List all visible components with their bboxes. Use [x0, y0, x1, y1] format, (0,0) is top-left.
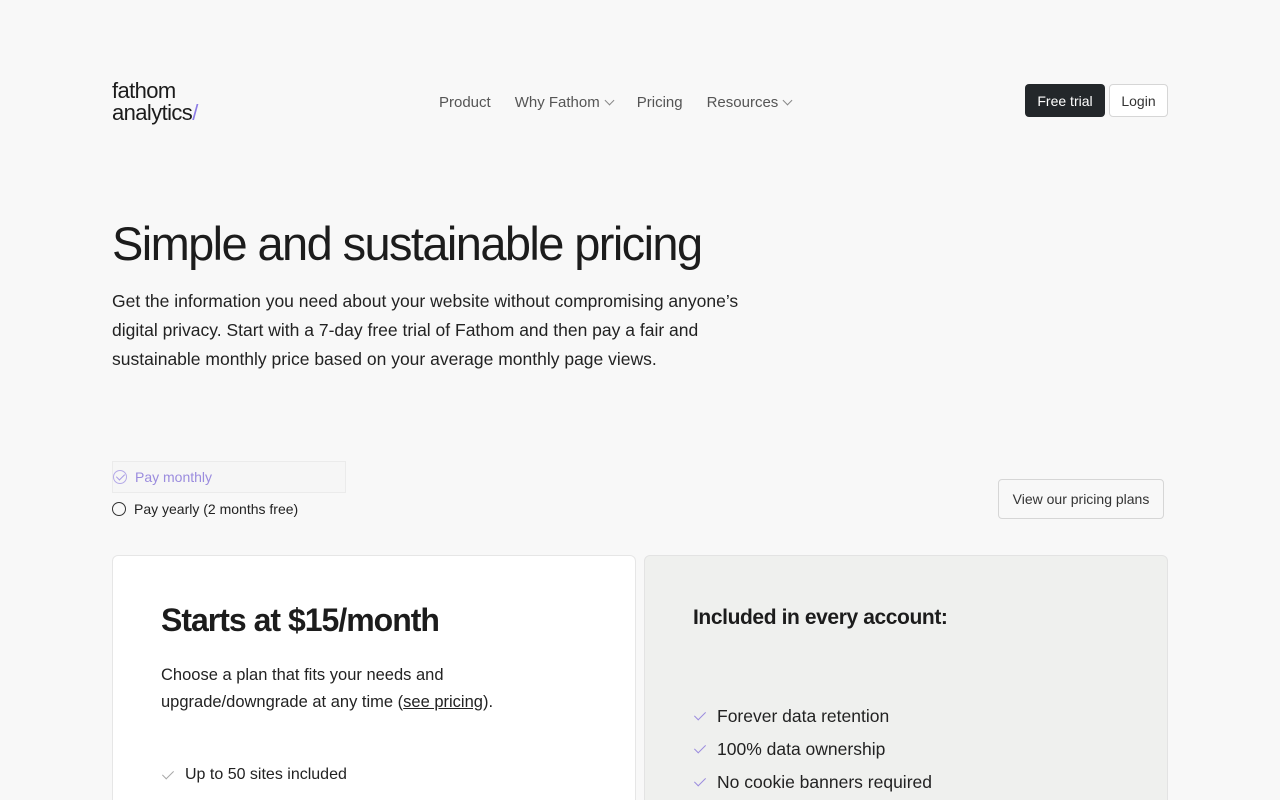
login-button[interactable]: Login [1109, 84, 1168, 117]
main-nav: Product Why Fathom Pricing Resources [439, 92, 793, 112]
see-pricing-link[interactable]: see pricing [403, 693, 483, 711]
included-list: Forever data retention 100% data ownersh… [693, 700, 932, 799]
check-icon [693, 708, 707, 721]
check-icon [161, 766, 175, 780]
check-icon [693, 774, 707, 787]
nav-product[interactable]: Product [439, 94, 491, 111]
chevron-down-icon [782, 95, 793, 105]
list-item: No cookie banners required [693, 766, 932, 799]
nav-why-fathom[interactable]: Why Fathom [515, 94, 615, 111]
billing-toggle: Pay monthly Pay yearly (2 months free) [112, 461, 346, 525]
chevron-down-icon [604, 95, 615, 105]
logo[interactable]: fathom analytics/ [112, 80, 198, 124]
price-title: Starts at $15/month [161, 602, 440, 638]
list-item: Up to 50 sites included [161, 766, 347, 784]
pay-yearly-option[interactable]: Pay yearly (2 months free) [112, 493, 346, 525]
included-title: Included in every account: [693, 606, 948, 629]
page-title: Simple and sustainable pricing [112, 217, 703, 270]
list-item: 100% data ownership [693, 733, 932, 766]
included-card: Included in every account: Forever data … [644, 555, 1168, 800]
nav-pricing[interactable]: Pricing [637, 94, 683, 111]
logo-line-1: fathom [112, 78, 176, 103]
hero-subtitle: Get the information you need about your … [112, 291, 739, 369]
nav-resources[interactable]: Resources [707, 94, 793, 111]
view-pricing-plans-button[interactable]: View our pricing plans [998, 479, 1164, 519]
logo-line-2: analytics/ [112, 100, 198, 125]
free-trial-button[interactable]: Free trial [1025, 84, 1105, 117]
pricing-card: Starts at $15/month Choose a plan that f… [112, 555, 636, 800]
pay-monthly-option[interactable]: Pay monthly [112, 461, 346, 493]
price-description: Choose a plan that fits your needs and u… [161, 666, 494, 711]
list-item: Forever data retention [693, 700, 932, 733]
check-circle-icon [113, 470, 127, 484]
radio-circle-icon [112, 502, 126, 516]
check-icon [693, 741, 707, 754]
